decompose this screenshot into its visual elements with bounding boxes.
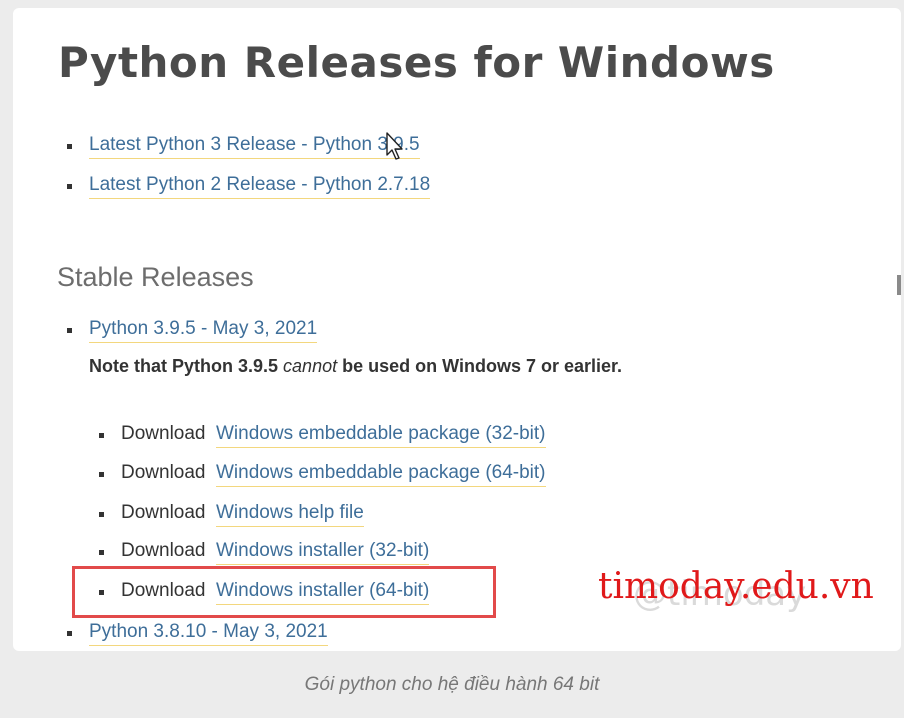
mouse-pointer-icon <box>386 132 403 160</box>
list-bullet <box>99 433 104 438</box>
download-row: Download Windows embeddable package (32-… <box>99 421 546 449</box>
image-caption: Gói python cho hệ điều hành 64 bit <box>304 674 600 695</box>
download-installer-32-link[interactable]: Windows installer (32-bit) <box>216 539 430 565</box>
screenshot-frame: Python Releases for Windows Latest Pytho… <box>13 8 901 651</box>
note-emphasis: cannot <box>283 356 338 376</box>
note-prefix: Note that Python 3.9.5 <box>89 356 279 376</box>
list-bullet <box>67 184 72 189</box>
release-3-9-5-link[interactable]: Python 3.9.5 - May 3, 2021 <box>89 317 318 343</box>
list-bullet <box>99 550 104 555</box>
list-bullet <box>67 144 72 149</box>
download-row: Download Windows help file <box>99 500 364 528</box>
download-label: Download <box>121 502 206 523</box>
list-bullet <box>99 512 104 517</box>
download-label: Download <box>121 540 206 561</box>
list-bullet <box>67 631 72 636</box>
download-row: Download Windows embeddable package (64-… <box>99 460 546 488</box>
download-embeddable-32-link[interactable]: Windows embeddable package (32-bit) <box>216 422 546 448</box>
download-label: Download <box>121 423 206 444</box>
note-suffix: be used on Windows 7 or earlier. <box>342 356 623 376</box>
list-bullet <box>67 328 72 333</box>
scroll-edge-marker <box>897 275 901 295</box>
latest-python2-link[interactable]: Latest Python 2 Release - Python 2.7.18 <box>89 173 431 199</box>
list-bullet <box>99 472 104 477</box>
download-embeddable-64-link[interactable]: Windows embeddable package (64-bit) <box>216 461 546 487</box>
download-row: Download Windows installer (32-bit) <box>99 538 430 566</box>
watermark: timoday.edu.vn <box>598 566 874 607</box>
release-note: Note that Python 3.9.5 cannot be used on… <box>89 356 622 377</box>
latest-python3-link[interactable]: Latest Python 3 Release - Python 3.9.5 <box>89 133 420 159</box>
stable-releases-heading: Stable Releases <box>57 262 254 292</box>
download-label: Download <box>121 462 206 483</box>
page-title: Python Releases for Windows <box>58 38 775 87</box>
download-help-file-link[interactable]: Windows help file <box>216 501 364 527</box>
release-3-8-10-link[interactable]: Python 3.8.10 - May 3, 2021 <box>89 620 328 646</box>
highlight-box <box>72 566 496 618</box>
